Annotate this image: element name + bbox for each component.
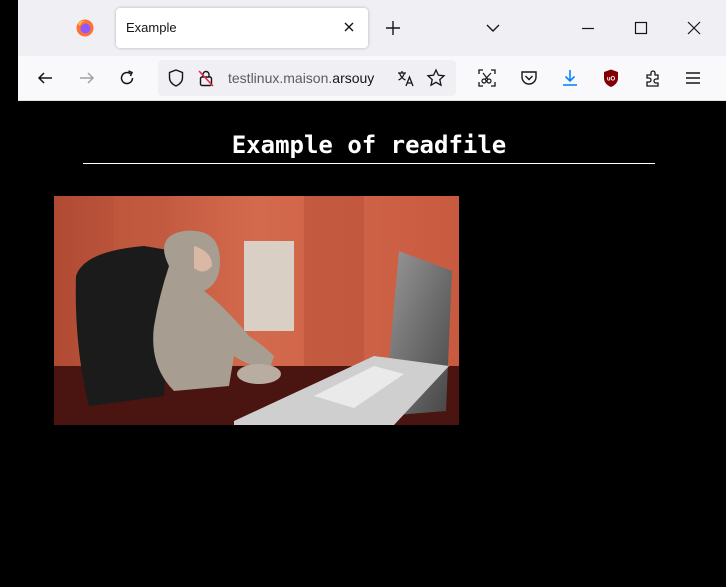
- downloads-button[interactable]: [559, 67, 581, 89]
- address-bar[interactable]: testlinux.maison.arsouy: [158, 60, 456, 96]
- translate-icon: [398, 71, 414, 87]
- chevron-down-icon: [486, 24, 500, 32]
- screenshot-button[interactable]: [476, 67, 498, 89]
- navigation-toolbar: testlinux.maison.arsouy uO: [18, 56, 726, 101]
- shield-icon: [168, 69, 184, 87]
- close-window-button[interactable]: [684, 18, 704, 38]
- extensions-button[interactable]: [642, 67, 664, 89]
- minimize-icon: [582, 27, 594, 30]
- tab-example[interactable]: Example: [116, 8, 368, 48]
- back-arrow-icon: [37, 72, 52, 84]
- baboon-typing-laptop-image: [54, 196, 459, 425]
- maximize-icon: [634, 21, 648, 35]
- page-content: Example of readfile: [18, 101, 726, 587]
- url-field[interactable]: testlinux.maison.arsouy: [228, 70, 396, 86]
- menu-icon: [686, 72, 700, 84]
- page-heading: Example of readfile: [83, 131, 655, 164]
- firefox-logo-icon: [76, 19, 94, 37]
- forward-button[interactable]: [76, 67, 98, 89]
- translate-button[interactable]: [396, 68, 416, 88]
- bookmark-star-button[interactable]: [426, 68, 446, 88]
- svg-text:uO: uO: [607, 77, 616, 83]
- new-tab-button[interactable]: [383, 18, 403, 38]
- extensions-icon: [646, 70, 659, 87]
- firefox-view-button[interactable]: [70, 13, 100, 43]
- screenshot-icon: [478, 69, 496, 87]
- lock-off-icon: [198, 70, 214, 87]
- plus-icon: [386, 21, 400, 35]
- close-icon: [344, 22, 354, 32]
- application-menu-button[interactable]: [682, 67, 704, 89]
- url-prefix: testlinux.maison.: [228, 70, 333, 86]
- tab-title: Example: [126, 20, 177, 35]
- forward-arrow-icon: [80, 72, 95, 84]
- tab-close-button[interactable]: [340, 18, 358, 36]
- star-icon: [426, 68, 446, 87]
- ublock-origin-button[interactable]: uO: [600, 67, 622, 89]
- tracking-protection-button[interactable]: [166, 68, 186, 88]
- list-all-tabs-button[interactable]: [483, 18, 503, 38]
- back-button[interactable]: [34, 67, 56, 89]
- minimize-button[interactable]: [578, 18, 598, 38]
- pocket-button[interactable]: [518, 67, 540, 89]
- close-icon: [687, 21, 701, 35]
- url-host: arsouy: [332, 70, 375, 86]
- reload-button[interactable]: [116, 67, 138, 89]
- tab-strip: Example: [18, 0, 726, 56]
- ublock-icon: uO: [604, 69, 618, 87]
- download-icon: [563, 70, 577, 86]
- browser-window: Example testlinux.maison.arsouy uO Examp…: [18, 0, 726, 587]
- maximize-button[interactable]: [631, 18, 651, 38]
- reload-icon: [120, 70, 134, 85]
- connection-security-button[interactable]: [196, 68, 216, 88]
- pocket-icon: [521, 71, 537, 85]
